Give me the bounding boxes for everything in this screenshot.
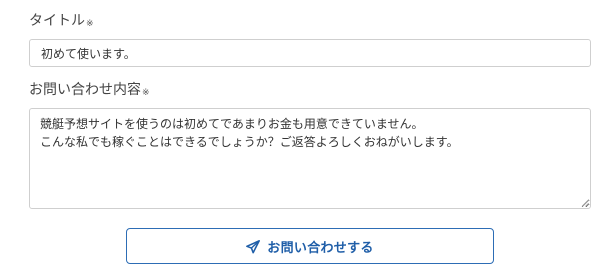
inquiry-textarea[interactable]: 競艇予想サイトを使うのは初めてであまりお金も用意できていません。 こんな私でも稼… — [29, 108, 591, 209]
paper-plane-icon — [246, 239, 261, 253]
title-label-text: タイトル — [29, 13, 85, 29]
content-required-mark: ※ — [142, 88, 150, 98]
content-field-label: お問い合わせ内容※ — [29, 81, 150, 102]
submit-button-label: お問い合わせする — [267, 240, 374, 256]
content-label-text: お問い合わせ内容 — [29, 82, 141, 98]
title-input[interactable] — [29, 39, 591, 67]
title-field-label: タイトル※ — [29, 12, 94, 33]
resize-handle-icon[interactable] — [581, 199, 589, 207]
submit-inquiry-button[interactable]: お問い合わせする — [126, 228, 494, 264]
title-required-mark: ※ — [86, 19, 94, 29]
contact-form: タイトル※ お問い合わせ内容※ 競艇予想サイトを使うのは初めてであまりお金も用意… — [0, 0, 616, 278]
